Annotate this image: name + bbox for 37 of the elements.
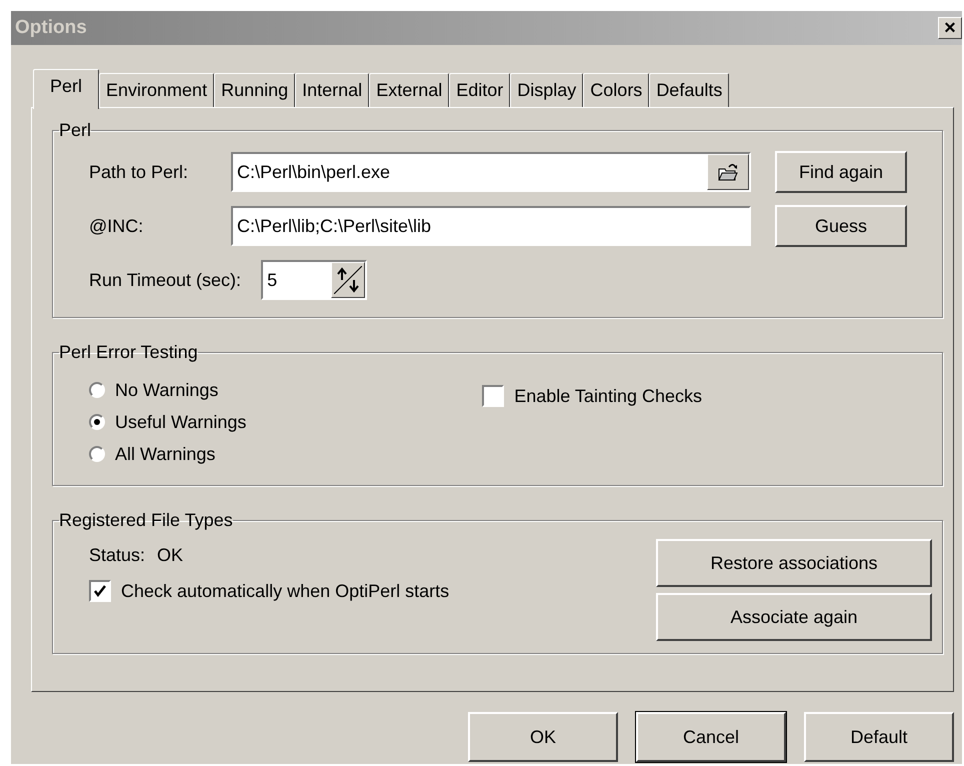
tab[interactable]: Internal — [295, 73, 370, 107]
warning-radio[interactable]: All Warnings — [89, 439, 246, 469]
close-button[interactable]: × — [938, 17, 962, 39]
inc-field[interactable]: C:\Perl\lib;C:\Perl\site\lib — [231, 206, 751, 246]
check-mark-icon — [93, 584, 107, 598]
tab[interactable]: Defaults — [649, 73, 730, 107]
up-down-arrows-icon[interactable] — [331, 262, 366, 298]
tab[interactable]: Running — [214, 73, 296, 107]
folder-icon[interactable] — [707, 154, 749, 190]
guess-button[interactable]: Guess — [775, 205, 907, 247]
dialog-button[interactable]: OK — [468, 712, 618, 762]
find-again-button[interactable]: Find again — [775, 151, 907, 193]
group-title: Perl Error Testing — [59, 342, 198, 363]
window-title: Options — [15, 17, 87, 39]
auto-check-checkbox[interactable]: Check automatically when OptiPerl starts — [89, 576, 450, 606]
tab[interactable]: Display — [510, 73, 584, 107]
timeout-label: Run Timeout (sec): — [89, 270, 242, 290]
tab[interactable]: Colors — [583, 73, 650, 107]
warning-radio[interactable]: No Warnings — [89, 375, 246, 405]
status-label: Status: — [89, 545, 146, 566]
restore-associations-button[interactable]: Restore associations — [656, 539, 932, 587]
status-value: OK — [157, 545, 184, 566]
path-field[interactable]: C:\Perl\bin\perl.exe — [231, 152, 751, 192]
dialog-button[interactable]: Cancel — [636, 712, 786, 762]
tainting-checkbox[interactable]: Enable Tainting Checks — [482, 381, 702, 411]
tab[interactable]: Editor — [449, 73, 510, 107]
dialog-button[interactable]: Default — [804, 712, 954, 762]
tab[interactable]: Environment — [99, 73, 214, 107]
tab[interactable]: External — [369, 73, 450, 107]
timeout-spinner[interactable]: 5 — [261, 260, 368, 300]
path-label: Path to Perl: — [89, 162, 190, 182]
tab[interactable]: Perl — [33, 69, 100, 109]
associate-again-button[interactable]: Associate again — [656, 593, 932, 641]
warning-radio[interactable]: Useful Warnings — [89, 407, 246, 437]
inc-label: @INC: — [89, 216, 144, 236]
group-title: Perl — [59, 120, 92, 141]
group-title: Registered File Types — [59, 510, 233, 531]
